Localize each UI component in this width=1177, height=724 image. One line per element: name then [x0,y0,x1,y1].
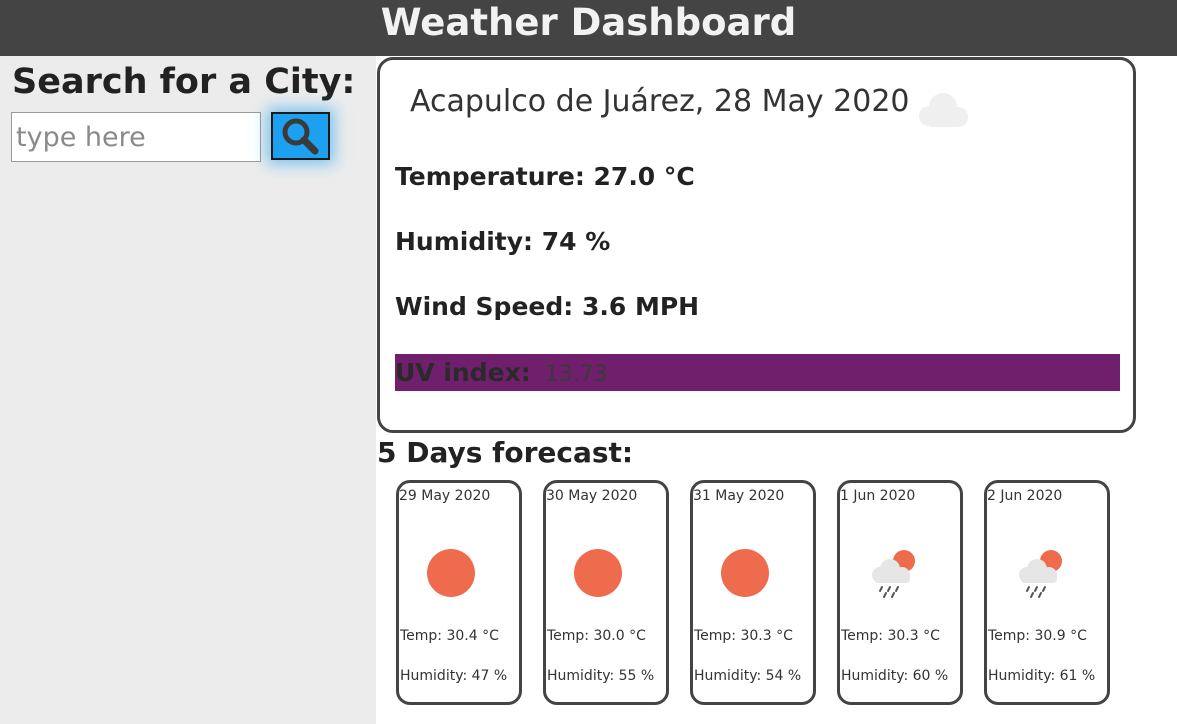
humidity-text: Humidity: 74 % [395,227,611,256]
forecast-date: 31 May 2020 [693,488,785,504]
forecast-card-3: 31 May 2020 Temp: 30.3 °C Humidity: 54 % [690,480,816,705]
forecast-humidity: Humidity: 60 % [841,668,949,684]
forecast-title: 5 Days forecast: [377,436,634,469]
forecast-temp: Temp: 30.3 °C [694,628,793,644]
forecast-temp: Temp: 30.0 °C [547,628,646,644]
forecast-date: 30 May 2020 [546,488,638,504]
cloud-icon [919,93,968,127]
search-title: Search for a City: [12,62,356,102]
search-button[interactable] [271,112,330,160]
forecast-humidity: Humidity: 55 % [547,668,655,684]
forecast-card-5: 2 Jun 2020 Temp: 30.9 °C Humidity: 61 % [984,480,1110,705]
forecast-temp: Temp: 30.4 °C [400,628,499,644]
rain-sun-icon [1019,550,1062,598]
forecast-temp: Temp: 30.3 °C [841,628,940,644]
uv-index-bar: UV index: 13.73 [395,354,1120,391]
forecast-humidity: Humidity: 61 % [988,668,1096,684]
forecast-card-1: 29 May 2020 Temp: 30.4 °C Humidity: 47 % [396,480,522,705]
sun-icon [574,549,622,597]
app-header: Weather Dashboard [0,0,1177,56]
uv-index-value: 13.73 [544,362,608,387]
uv-index-label: UV index: [395,358,531,387]
city-date-heading: Acapulco de Juárez, 28 May 2020 [410,84,910,119]
city-search-input[interactable] [11,112,261,162]
forecast-date: 2 Jun 2020 [987,488,1063,504]
rain-sun-icon [872,550,915,598]
forecast-temp: Temp: 30.9 °C [988,628,1087,644]
sun-icon [721,549,769,597]
forecast-humidity: Humidity: 47 % [400,668,508,684]
sun-icon [427,549,475,597]
page-title: Weather Dashboard [380,1,797,44]
search-sidebar: Search for a City: [0,56,376,724]
wind-speed-text: Wind Speed: 3.6 MPH [395,292,700,321]
forecast-card-4: 1 Jun 2020 Temp: 30.3 °C Humidity: 60 % [837,480,963,705]
forecast-card-2: 30 May 2020 Temp: 30.0 °C Humidity: 55 % [543,480,669,705]
search-icon [282,118,318,155]
forecast-date: 1 Jun 2020 [840,488,916,504]
forecast-date: 29 May 2020 [399,488,491,504]
current-weather-card: Acapulco de Juárez, 28 May 2020 Temperat… [377,57,1136,433]
temperature-text: Temperature: 27.0 °C [395,162,695,191]
forecast-humidity: Humidity: 54 % [694,668,802,684]
